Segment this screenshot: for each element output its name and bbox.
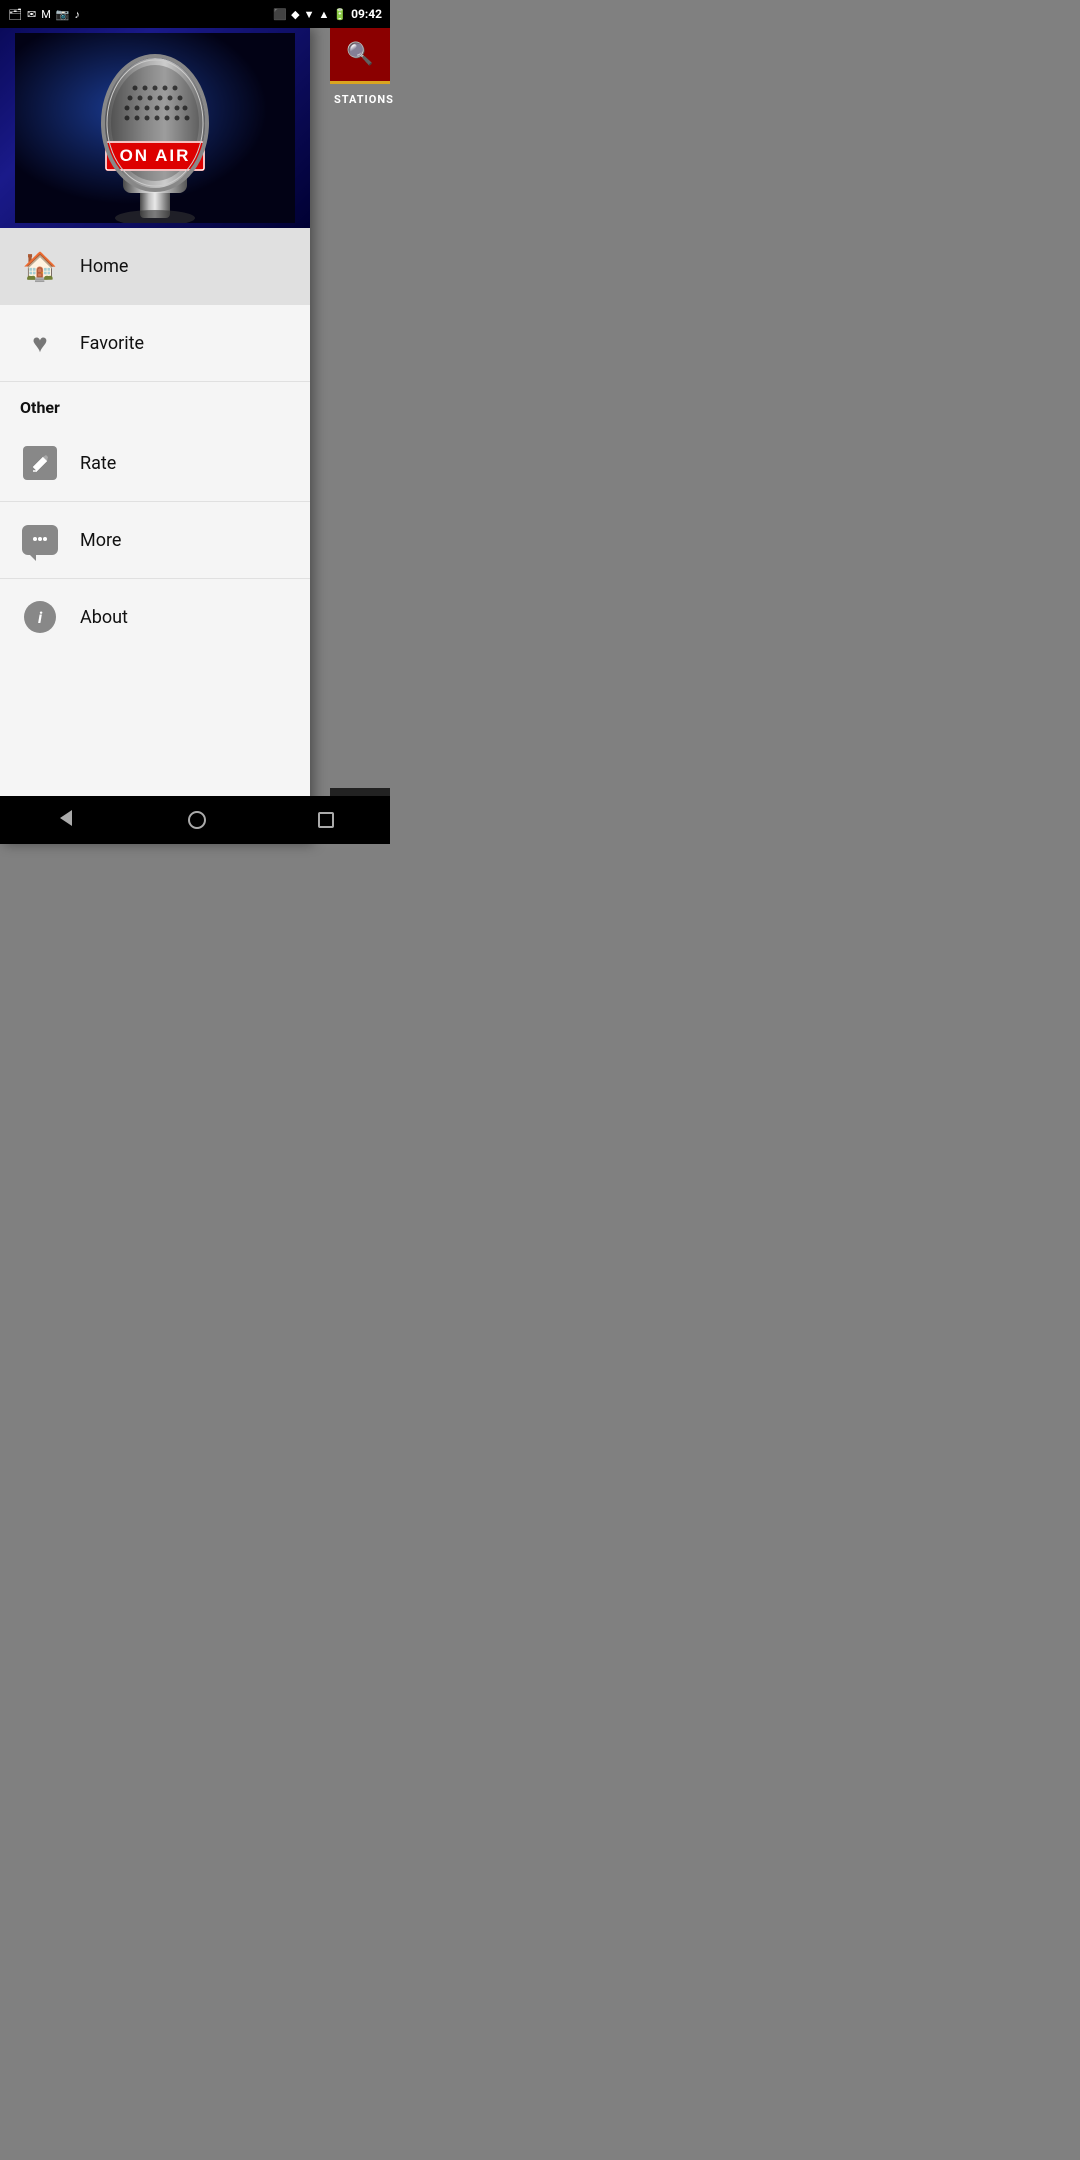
about-icon: i (20, 597, 60, 637)
menu-item-rate[interactable]: Rate (0, 425, 310, 502)
app-toolbar: 🔍 (330, 28, 390, 84)
home-label: Home (80, 256, 128, 277)
search-icon[interactable]: 🔍 (346, 42, 373, 67)
rate-icon (20, 443, 60, 483)
rate-label: Rate (80, 453, 116, 474)
menu-item-favorite[interactable]: ♥ Favorite (0, 305, 310, 382)
status-icons-left: 🗂 ✉ M 📷 ♪ (8, 8, 80, 21)
app-content-partial: 🔍 STATIONS ⏸ (330, 28, 390, 844)
content-area (330, 111, 390, 788)
battery-icon: 🔋 (333, 8, 347, 21)
app-container: 🔍 STATIONS ⏸ (0, 28, 390, 844)
navigation-drawer: ON AIR 🏠 Home ♥ Favorite (0, 28, 310, 844)
menu-item-more[interactable]: More (0, 502, 310, 579)
back-button[interactable] (56, 808, 76, 833)
menu-item-about[interactable]: i About (0, 579, 310, 655)
wifi-icon: ▼ (304, 8, 315, 21)
status-icons-right: ⬛ ◆ ▼ ▲ 🔋 09:42 (273, 7, 382, 21)
mail-icon: ✉ (27, 8, 36, 21)
other-section-header: Other (0, 382, 310, 425)
stations-label-container: STATIONS (330, 84, 390, 111)
more-label: More (80, 530, 121, 551)
about-label: About (80, 607, 128, 628)
camera-icon: 📷 (56, 8, 70, 21)
stations-label: STATIONS (334, 93, 394, 106)
network-icon: ▲ (318, 8, 329, 21)
home-icon: 🏠 (20, 246, 60, 286)
status-bar: 🗂 ✉ M 📷 ♪ ⬛ ◆ ▼ ▲ 🔋 09:42 (0, 0, 390, 28)
favorite-label: Favorite (80, 333, 144, 354)
home-button[interactable] (188, 811, 206, 829)
svg-text:ON AIR: ON AIR (120, 146, 191, 165)
file-icon: 🗂 (8, 8, 22, 21)
music-icon: ♪ (75, 8, 81, 21)
menu-item-home[interactable]: 🏠 Home (0, 228, 310, 305)
signal-icon: ◆ (291, 8, 299, 21)
mic-image: ON AIR (0, 28, 310, 228)
cast-icon: ⬛ (273, 8, 287, 21)
drawer-header: ON AIR (0, 28, 310, 228)
gmail-icon: M (41, 8, 51, 21)
recents-button[interactable] (318, 812, 334, 828)
more-icon (20, 520, 60, 560)
favorite-icon: ♥ (20, 323, 60, 363)
bottom-navigation (0, 796, 390, 844)
time-display: 09:42 (351, 7, 382, 21)
drawer-menu: 🏠 Home ♥ Favorite Other (0, 228, 310, 844)
